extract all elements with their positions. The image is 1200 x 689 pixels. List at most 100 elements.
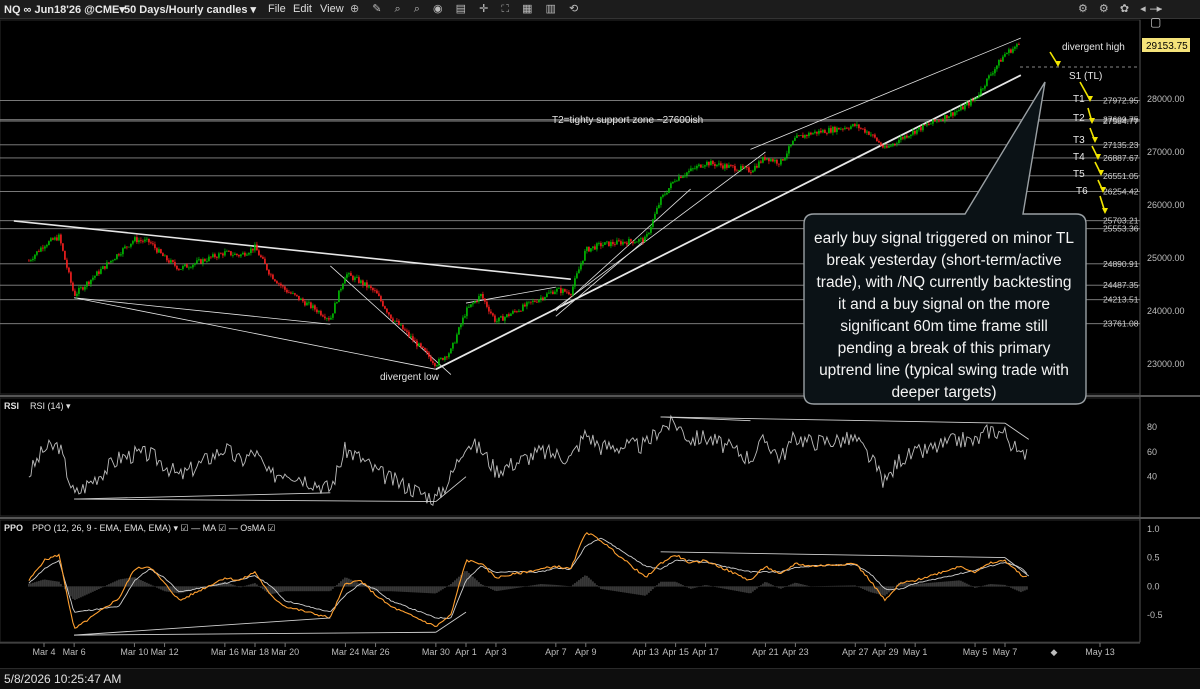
candle-body xyxy=(300,299,302,300)
osma-bar xyxy=(260,586,262,587)
osma-bar xyxy=(654,586,656,587)
candle-body xyxy=(884,146,886,147)
candle-body xyxy=(678,177,680,181)
candle-body xyxy=(924,125,926,126)
osma-bar xyxy=(852,585,854,586)
candle-body xyxy=(980,89,982,95)
osma-bar xyxy=(380,586,382,591)
candle-body xyxy=(240,254,242,256)
osma-bar xyxy=(304,586,306,591)
candle-body xyxy=(726,164,728,168)
target-label: T2 xyxy=(1073,113,1085,124)
osma-bar xyxy=(708,586,710,587)
support-level-value: 24213.51 xyxy=(1103,295,1139,305)
candle-body xyxy=(872,135,874,136)
osma-bar xyxy=(480,584,482,587)
candle-body xyxy=(36,251,38,255)
candle-body xyxy=(906,136,908,138)
osma-bar xyxy=(32,583,34,587)
time-axis-tick: Apr 3 xyxy=(485,647,507,657)
candle-body xyxy=(180,269,182,270)
candle-body xyxy=(878,141,880,143)
candle-body xyxy=(158,249,160,252)
candle-body xyxy=(596,243,598,249)
candle-body xyxy=(436,365,438,366)
support-level-value: 27584.77 xyxy=(1103,116,1139,126)
time-axis-tick: Apr 1 xyxy=(455,647,477,657)
candle-body xyxy=(272,275,274,280)
osma-bar xyxy=(648,586,650,592)
osma-bar xyxy=(146,583,148,587)
osma-bar xyxy=(150,585,152,587)
osma-bar xyxy=(744,586,746,592)
candle-body xyxy=(370,286,372,288)
candle-body xyxy=(228,251,230,252)
osma-bar xyxy=(778,586,780,588)
candle-body xyxy=(836,128,838,132)
osma-bar xyxy=(334,586,336,587)
candle-body xyxy=(630,239,632,241)
candle-body xyxy=(590,248,592,251)
osma-bar xyxy=(244,586,246,587)
osma-bar xyxy=(946,581,948,586)
candle-body xyxy=(204,259,206,261)
candle-body xyxy=(182,266,184,269)
candle-body xyxy=(254,245,256,251)
osma-bar xyxy=(644,586,646,595)
candle-body xyxy=(402,325,404,330)
osma-bar xyxy=(494,586,496,590)
candle-body xyxy=(1018,44,1020,45)
candle-body xyxy=(480,294,482,296)
osma-bar xyxy=(596,585,598,587)
osma-bar xyxy=(858,586,860,587)
osma-bar xyxy=(434,586,436,593)
candle-body xyxy=(556,289,558,292)
candle-body xyxy=(324,317,326,319)
osma-bar xyxy=(736,586,738,591)
time-axis: Mar 4Mar 6Mar 10Mar 12Mar 16Mar 18Mar 20… xyxy=(32,643,1114,657)
candle-body xyxy=(510,314,512,316)
time-axis-tick: Apr 29 xyxy=(872,647,899,657)
osma-bar xyxy=(620,586,622,592)
osma-bar xyxy=(956,581,958,587)
time-axis-tick: May 13 xyxy=(1085,647,1115,657)
candle-body xyxy=(840,129,842,130)
osma-bar xyxy=(342,579,344,586)
osma-bar xyxy=(668,582,670,587)
candle-body xyxy=(188,268,190,269)
osma-bar xyxy=(646,586,648,594)
ppo-panel xyxy=(0,520,1140,642)
candle-body xyxy=(298,296,300,300)
rsi-legend[interactable]: RSI (14) ▾ xyxy=(30,401,71,411)
osma-bar xyxy=(938,582,940,587)
candle-body xyxy=(764,157,766,160)
osma-bar xyxy=(318,586,320,591)
ppo-legend[interactable]: PPO (12, 26, 9 - EMA, EMA, EMA) ▾ ☑ — MA… xyxy=(32,523,275,533)
candle-body xyxy=(932,120,934,124)
candle-body xyxy=(792,141,794,145)
osma-bar xyxy=(942,582,944,587)
osma-bar xyxy=(984,585,986,586)
candle-body xyxy=(30,260,32,261)
osma-bar xyxy=(58,582,60,587)
candle-body xyxy=(306,303,308,306)
candle-body xyxy=(174,262,176,266)
osma-bar xyxy=(336,585,338,587)
osma-bar xyxy=(958,580,960,586)
candle-body xyxy=(308,302,310,303)
candle-body xyxy=(672,182,674,183)
osma-bar xyxy=(688,586,690,588)
candle-body xyxy=(100,269,102,274)
osma-bar xyxy=(72,586,74,599)
osma-bar xyxy=(554,585,556,587)
candle-body xyxy=(890,146,892,147)
osma-bar xyxy=(710,586,712,587)
osma-bar xyxy=(82,586,84,596)
candle-body xyxy=(690,168,692,170)
candle-body xyxy=(770,159,772,161)
osma-bar xyxy=(924,583,926,586)
osma-bar xyxy=(294,586,296,591)
candle-body xyxy=(822,130,824,132)
candle-body xyxy=(1002,57,1004,62)
candle-body xyxy=(648,233,650,234)
